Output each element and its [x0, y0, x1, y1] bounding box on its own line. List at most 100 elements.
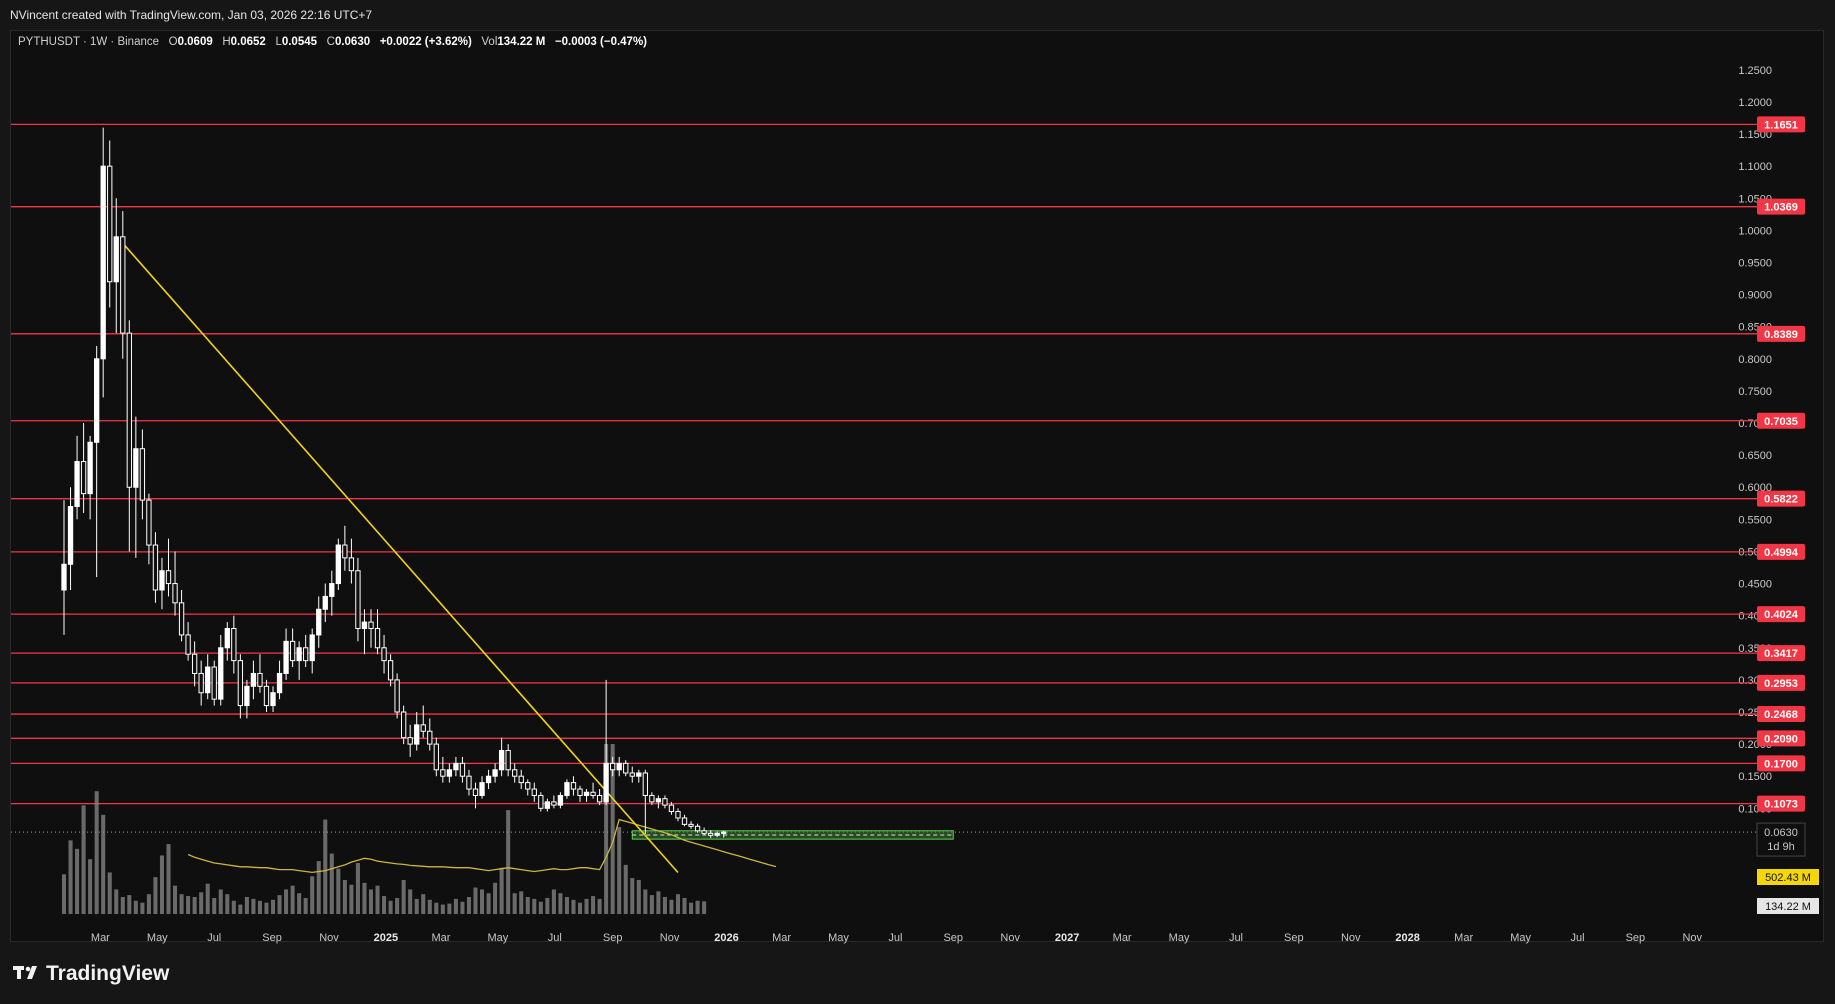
candle-body — [335, 544, 341, 585]
volume-bar — [682, 897, 687, 914]
candle-body — [296, 647, 302, 662]
volume-bar — [662, 897, 667, 914]
volume-bar — [368, 889, 374, 914]
volume-bar — [388, 900, 393, 914]
volume-bar — [323, 819, 328, 914]
candle-body — [289, 640, 296, 662]
volume-bar — [421, 894, 426, 914]
candle-body — [433, 743, 439, 771]
candle-body — [688, 823, 694, 827]
price-tick-label: 0.5500 — [1738, 514, 1772, 526]
volume-bar — [532, 898, 537, 914]
candle-body — [427, 730, 433, 745]
time-tick-label: 2026 — [714, 932, 738, 944]
candle-body — [694, 825, 701, 832]
time-tick-label: Mar — [1454, 932, 1473, 944]
time-tick-label: May — [1510, 932, 1531, 944]
candle-body — [472, 788, 479, 796]
candle-body — [570, 782, 577, 790]
candle-body — [564, 782, 570, 796]
candle-body — [303, 647, 309, 662]
candle-body — [636, 772, 642, 777]
candle-body — [610, 762, 616, 771]
candle-body — [440, 769, 446, 777]
candle-body — [374, 628, 381, 649]
price-chart[interactable]: 1.25001.20001.15001.10001.05001.00000.95… — [0, 0, 1835, 1004]
candle-body — [603, 762, 609, 803]
volume-bar — [401, 880, 406, 914]
candle-body — [394, 679, 400, 713]
volume-bar — [342, 880, 347, 914]
volume-bar — [577, 902, 583, 914]
candle-body — [263, 685, 270, 707]
volume-bar — [192, 897, 197, 914]
price-tick-label: 0.6500 — [1738, 450, 1772, 462]
candle-body — [525, 782, 531, 790]
price-change: +0.0022 (+3.62%) — [379, 36, 472, 48]
volume-bar — [447, 903, 452, 914]
time-tick-label: Nov — [660, 932, 680, 944]
candle-body — [400, 711, 407, 739]
volume-bar — [166, 844, 171, 914]
volume-bar — [225, 894, 230, 914]
volume-bar — [199, 892, 204, 914]
volume-bar — [355, 863, 360, 914]
volume-bar — [695, 900, 700, 914]
volume-bar — [277, 895, 282, 914]
volume-bar — [486, 893, 491, 914]
candle-body — [126, 332, 132, 488]
candle-body — [407, 737, 413, 745]
volume-bar — [218, 889, 223, 914]
volume-bar — [427, 899, 432, 914]
volume-bar — [702, 901, 707, 914]
level-label: 0.1700 — [1764, 758, 1798, 770]
volume-bar — [519, 891, 524, 914]
volume-bar — [493, 882, 498, 914]
candle-body — [348, 557, 355, 572]
candle-body — [642, 772, 648, 796]
volume-bar — [114, 889, 119, 914]
symbol-info[interactable]: PYTHUSDT · 1W · Binance — [18, 36, 159, 48]
candle-body — [329, 583, 335, 597]
price-tick-label: 1.2000 — [1738, 97, 1772, 109]
volume-ma-line — [187, 818, 777, 874]
candle-body — [518, 775, 524, 784]
volume-bar — [159, 855, 165, 914]
volume-bar — [453, 898, 458, 914]
candle-body — [479, 782, 485, 796]
candle-body — [368, 621, 374, 630]
candle-body — [485, 775, 492, 784]
price-tick-label: 0.7500 — [1738, 386, 1772, 398]
level-label: 1.0369 — [1764, 202, 1798, 214]
candle-body — [185, 634, 191, 655]
volume-bar — [120, 897, 125, 914]
volume-bar — [623, 864, 628, 914]
level-label: 0.2468 — [1764, 709, 1798, 721]
time-tick-label: 2025 — [374, 932, 398, 944]
candle-body — [681, 817, 688, 825]
candle-body — [165, 570, 172, 585]
volume-bar — [362, 882, 367, 914]
volume-bar — [336, 868, 341, 914]
time-tick-label: Sep — [262, 932, 282, 944]
candle-body — [453, 762, 459, 771]
volume-bar — [349, 884, 354, 914]
candle-body — [283, 640, 289, 674]
candle-body — [316, 608, 322, 636]
last-price-label: 0.0630 — [1764, 827, 1798, 839]
volume-bar — [395, 897, 400, 914]
candle-body — [649, 794, 655, 803]
descending-trendline[interactable] — [122, 242, 679, 874]
time-tick-label: May — [488, 932, 509, 944]
volume-bar — [408, 889, 413, 914]
candle-body — [616, 762, 622, 771]
volume-bar — [506, 810, 511, 914]
volume-bar — [251, 898, 256, 914]
candle-body — [655, 798, 662, 803]
price-tick-label: 0.4500 — [1738, 579, 1772, 591]
time-tick-label: Jul — [548, 932, 562, 944]
price-tick-label: 0.1500 — [1738, 771, 1772, 783]
volume-bar — [179, 894, 184, 914]
candle-body — [270, 692, 276, 707]
time-tick-label: Mar — [91, 932, 110, 944]
